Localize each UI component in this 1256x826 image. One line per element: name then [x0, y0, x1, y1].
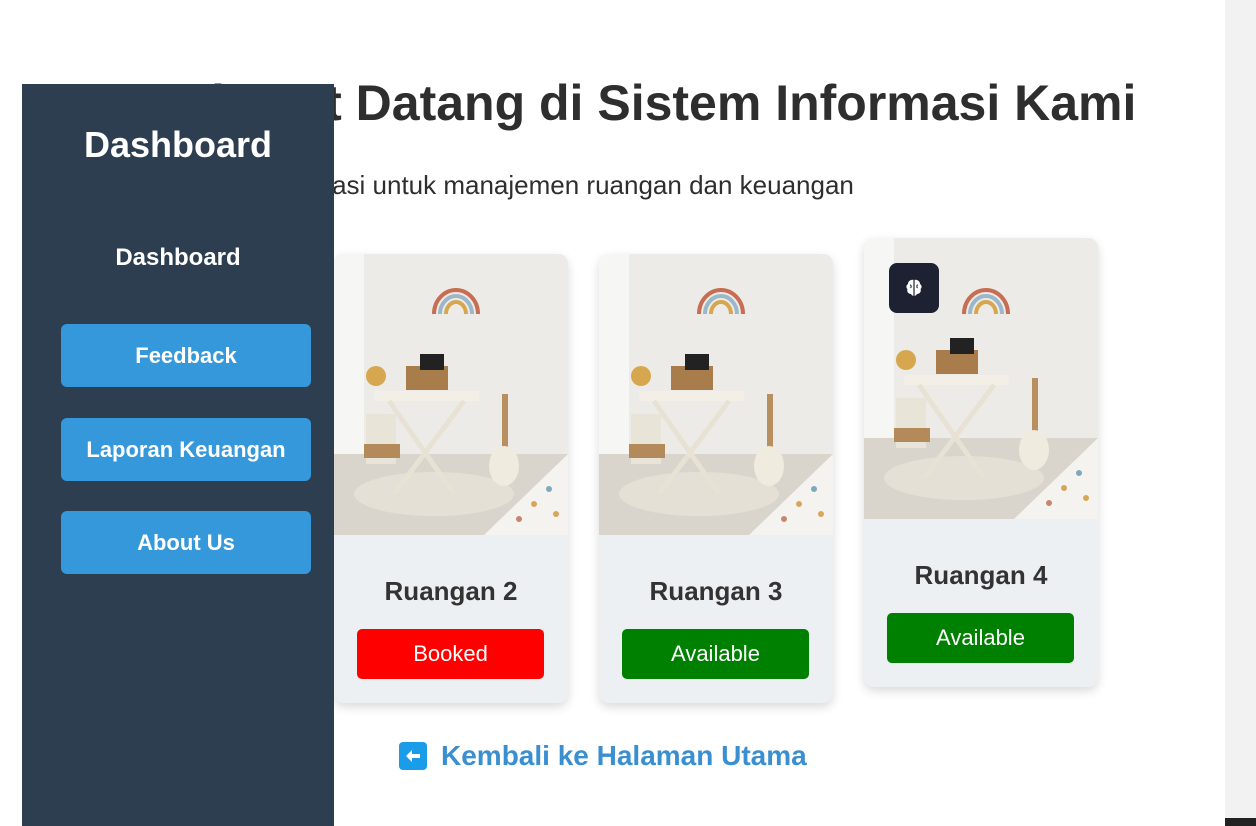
- status-badge-available[interactable]: Available: [622, 629, 809, 679]
- room-card[interactable]: Ruangan 2 Booked: [334, 254, 568, 703]
- status-badge-available[interactable]: Available: [887, 613, 1074, 663]
- sidebar-item-laporan-keuangan[interactable]: Laporan Keuangan: [61, 418, 311, 481]
- room-name: Ruangan 3: [649, 576, 783, 606]
- brain-icon-glyph: [906, 279, 922, 296]
- sidebar-title: Dashboard: [83, 124, 273, 165]
- brain-icon[interactable]: [889, 263, 939, 313]
- room-card[interactable]: Ruangan 4 Available: [864, 238, 1098, 687]
- sidebar-item-dashboard[interactable]: Dashboard: [22, 244, 334, 272]
- room-photo: [334, 254, 568, 535]
- room-image: [599, 254, 833, 535]
- arrow-left-glyph: [406, 750, 420, 762]
- back-to-home-link[interactable]: Kembali ke Halaman Utama: [399, 740, 807, 772]
- page-scrollbar-track[interactable]: [1225, 0, 1256, 826]
- room-name: Ruangan 2: [384, 576, 518, 606]
- room-name: Ruangan 4: [914, 560, 1048, 590]
- room-photo: [599, 254, 833, 535]
- back-link-label: Kembali ke Halaman Utama: [441, 740, 807, 771]
- sidebar-item-feedback[interactable]: Feedback: [61, 324, 311, 387]
- sidebar: Dashboard Dashboard Feedback Laporan Keu…: [22, 84, 334, 826]
- scrollbar-corner: [1225, 818, 1256, 826]
- room-card[interactable]: Ruangan 3 Available: [599, 254, 833, 703]
- sidebar-item-about-us[interactable]: About Us: [61, 511, 311, 574]
- room-image: [334, 254, 568, 535]
- arrow-left-icon: [399, 742, 427, 770]
- status-badge-booked[interactable]: Booked: [357, 629, 544, 679]
